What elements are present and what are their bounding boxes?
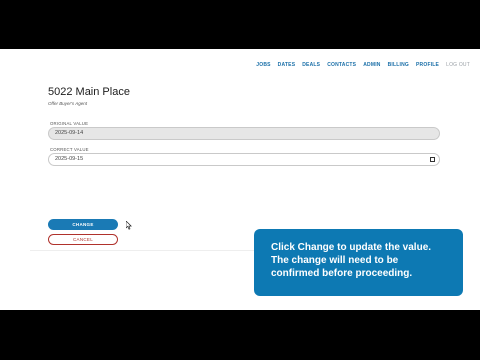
original-value-text: 2025-09-14 [55, 130, 84, 136]
calendar-icon[interactable] [430, 157, 435, 162]
nav-admin[interactable]: ADMIN [363, 62, 380, 68]
nav-dates[interactable]: DATES [278, 62, 296, 68]
nav-jobs[interactable]: JOBS [256, 62, 270, 68]
nav-billing[interactable]: BILLING [388, 62, 409, 68]
nav-logout[interactable]: LOG OUT [446, 62, 470, 68]
instruction-text: Click Change to update the value. The ch… [271, 242, 432, 279]
nav-deals[interactable]: DEALS [302, 62, 320, 68]
page-title: 5022 Main Place [48, 86, 130, 98]
mouse-pointer-icon [126, 221, 132, 230]
page-subtitle: Offer Buyer's Agent [48, 101, 87, 106]
top-navigation: JOBS DATES DEALS CONTACTS ADMIN BILLING … [256, 62, 470, 68]
correct-value-text: 2025-09-15 [55, 156, 84, 162]
nav-contacts[interactable]: CONTACTS [327, 62, 356, 68]
instruction-callout: Click Change to update the value. The ch… [254, 229, 463, 296]
correct-value-label: CORRECT VALUE [50, 147, 89, 152]
original-value-field: 2025-09-14 [48, 127, 440, 140]
change-button[interactable]: CHANGE [48, 219, 118, 230]
video-letterbox-bottom [0, 310, 480, 360]
original-value-label: ORIGINAL VALUE [50, 121, 89, 126]
cancel-button[interactable]: CANCEL [48, 234, 118, 245]
nav-profile[interactable]: PROFILE [416, 62, 439, 68]
correct-value-date-input[interactable]: 2025-09-15 [48, 153, 440, 166]
